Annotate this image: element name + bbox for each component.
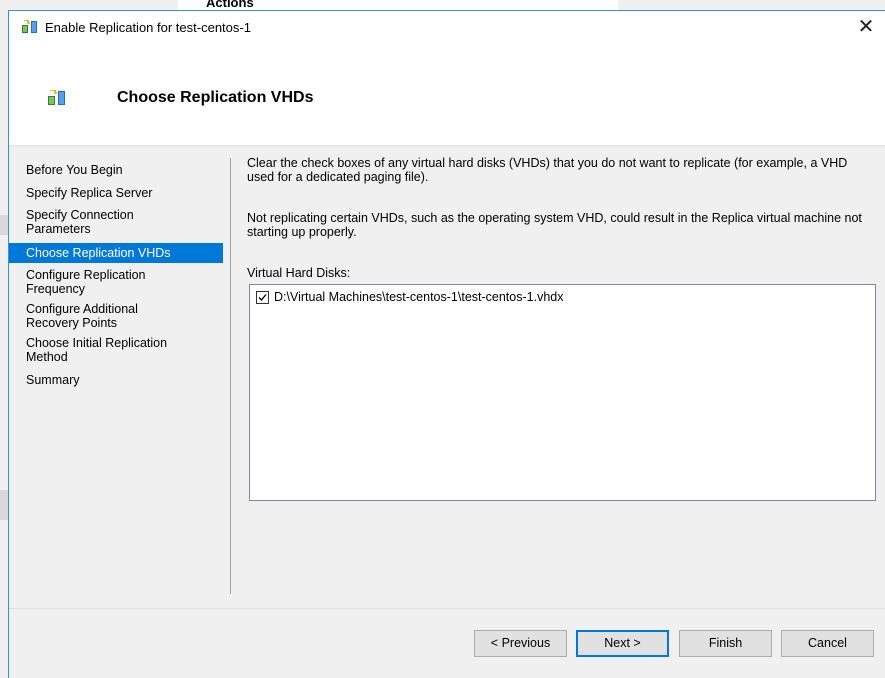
nav-item-specify-connection-parameters[interactable]: Specify Connection Parameters xyxy=(9,205,176,239)
nav-item-summary[interactable]: Summary xyxy=(9,370,223,390)
nav-item-label: Before You Begin xyxy=(26,163,123,177)
nav-divider xyxy=(230,158,231,594)
page-title: Choose Replication VHDs xyxy=(117,89,314,106)
vhd-list[interactable]: D:\Virtual Machines\test-centos-1\test-c… xyxy=(249,284,876,501)
footer-divider xyxy=(9,608,885,609)
vhd-list-label: Virtual Hard Disks: xyxy=(247,266,351,280)
replication-icon xyxy=(48,89,66,106)
nav-item-label: Summary xyxy=(26,373,80,387)
checkmark-icon xyxy=(258,293,267,301)
window-title: Enable Replication for test-centos-1 xyxy=(45,20,251,35)
vhd-path: D:\Virtual Machines\test-centos-1\test-c… xyxy=(274,290,564,304)
background-actions-label: Actions xyxy=(206,0,254,10)
nav-item-label: Choose Initial Replication Method xyxy=(26,336,168,364)
nav-item-label: Specify Connection Parameters xyxy=(26,208,134,236)
vhd-checkbox[interactable] xyxy=(256,290,269,304)
nav-item-choose-replication-vhds[interactable]: Choose Replication VHDs xyxy=(9,243,223,263)
nav-item-before-you-begin[interactable]: Before You Begin xyxy=(9,158,223,183)
warning-paragraph: Not replicating certain VHDs, such as th… xyxy=(247,211,862,239)
nav-item-label: Configure Additional Recovery Points xyxy=(26,302,138,330)
title-bar: Enable Replication for test-centos-1 ✕ xyxy=(9,11,885,41)
nav-item-choose-initial-replication-method[interactable]: Choose Initial Replication Method xyxy=(9,333,186,367)
replication-icon xyxy=(22,19,38,34)
previous-button[interactable]: < Previous xyxy=(474,630,567,657)
wizard-nav: Before You Begin Specify Replica Server … xyxy=(9,158,223,390)
cancel-button[interactable]: Cancel xyxy=(781,630,874,657)
background-strip xyxy=(0,215,8,235)
next-button[interactable]: Next > xyxy=(576,630,669,657)
finish-button[interactable]: Finish xyxy=(679,630,772,657)
nav-item-configure-replication-frequency[interactable]: Configure Replication Frequency xyxy=(9,265,176,299)
instructions-paragraph: Clear the check boxes of any virtual har… xyxy=(247,156,848,184)
nav-item-configure-additional-recovery-points[interactable]: Configure Additional Recovery Points xyxy=(9,299,176,333)
nav-item-label: Configure Replication Frequency xyxy=(26,268,146,296)
vhd-list-item[interactable]: D:\Virtual Machines\test-centos-1\test-c… xyxy=(256,290,563,304)
background-strip xyxy=(0,490,8,520)
close-icon[interactable]: ✕ xyxy=(851,14,881,40)
enable-replication-dialog: Enable Replication for test-centos-1 ✕ C… xyxy=(8,10,885,678)
page-header: Choose Replication VHDs xyxy=(9,41,885,146)
nav-item-label: Choose Replication VHDs xyxy=(26,246,171,260)
nav-item-label: Specify Replica Server xyxy=(26,186,153,200)
nav-item-specify-replica-server[interactable]: Specify Replica Server xyxy=(9,183,223,205)
